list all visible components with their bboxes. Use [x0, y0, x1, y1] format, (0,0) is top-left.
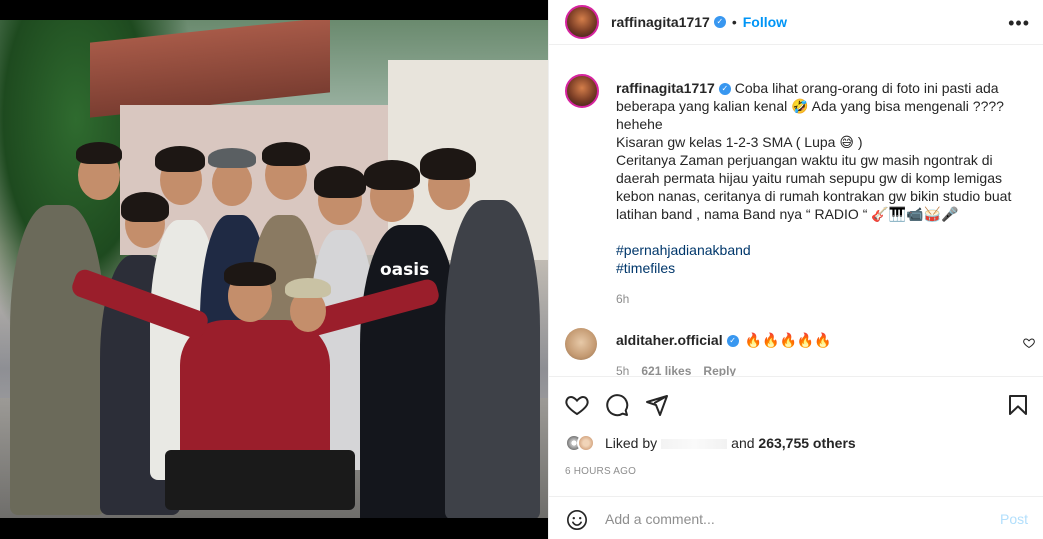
photo-person-hair [121, 192, 169, 222]
likes-summary: Liked by and 263,755 others [565, 432, 856, 454]
emoji-smiley-icon[interactable] [566, 509, 588, 531]
verified-badge-icon: ✓ [713, 16, 726, 28]
author-username[interactable]: raffinagita1717 [611, 14, 710, 30]
verified-badge-icon: ✓ [726, 335, 739, 348]
caption-timestamp[interactable]: 6h [616, 292, 629, 306]
comment-like-heart-icon[interactable] [1023, 337, 1035, 349]
hashtag-link[interactable]: #timefiles [616, 259, 751, 277]
comment-text: 🔥🔥🔥🔥🔥 [744, 332, 832, 348]
post-sidebar: raffinagita1717 ✓ • Follow ••• raffinagi… [548, 0, 1043, 539]
photo-person [10, 205, 105, 515]
like-heart-icon[interactable] [565, 393, 589, 417]
likes-count[interactable]: 263,755 others [758, 435, 855, 451]
photo-person-hair [76, 142, 122, 164]
photo-person-hat [285, 278, 331, 298]
save-bookmark-icon[interactable] [1006, 393, 1030, 417]
likes-and-label: and [731, 435, 755, 451]
caption-text: Coba lihat orang-orang di foto ini pasti… [616, 80, 1012, 222]
photo-shirt-text: oasis [380, 260, 430, 280]
comment-reply-button[interactable]: Reply [703, 364, 736, 376]
liked-by-label: Liked by [605, 435, 658, 451]
comment-meta: 5h 621 likes Reply [616, 364, 748, 376]
likes-text: Liked by and 263,755 others [605, 435, 856, 451]
verified-badge-icon: ✓ [718, 83, 731, 96]
comment-likes[interactable]: 621 likes [641, 364, 691, 376]
comment-bubble-icon[interactable] [605, 393, 629, 417]
post-media[interactable]: oasis [0, 0, 548, 539]
photo-person-hair [364, 160, 420, 190]
follow-button[interactable]: Follow [743, 14, 787, 30]
author-avatar[interactable] [565, 5, 599, 39]
photo-person-hair [155, 146, 205, 172]
post-date[interactable]: 6 HOURS AGO [565, 466, 636, 477]
post-caption: raffinagita1717 ✓ Coba lihat orang-orang … [616, 79, 1026, 223]
hashtag-list: #pernahjadianakband #timefiles [616, 241, 751, 277]
photo-person-hair [420, 148, 476, 180]
post-header: raffinagita1717 ✓ • Follow ••• [549, 0, 1043, 45]
photo-person [445, 200, 540, 518]
post-actions [549, 376, 1043, 432]
post-photo: oasis [0, 20, 548, 518]
add-comment-bar: Post [549, 496, 1043, 539]
caption-username[interactable]: raffinagita1717 [616, 80, 715, 96]
liker-username-redacted[interactable] [661, 439, 728, 450]
comment-item: alditaher.official ✓ 🔥🔥🔥🔥🔥 5h 621 likes Repl… [565, 328, 1035, 376]
photo-person-front [180, 320, 330, 470]
photo-person-hair [208, 148, 256, 168]
hashtag-link[interactable]: #pernahjadianakband [616, 241, 751, 259]
comments-scroll-area[interactable]: raffinagita1717 ✓ Coba lihat orang-orang … [549, 60, 1043, 376]
comment-time[interactable]: 5h [616, 364, 629, 376]
caption-author-avatar[interactable] [565, 74, 599, 108]
commenter-avatar[interactable] [565, 328, 597, 360]
liker-avatar[interactable] [577, 434, 595, 452]
photo-shorts [165, 450, 355, 510]
header-separator: • [731, 14, 737, 30]
post-comment-button[interactable]: Post [1000, 511, 1028, 527]
comment-input[interactable] [605, 509, 985, 529]
photo-person-hair [314, 166, 366, 198]
commenter-username-row: alditaher.official ✓ 🔥🔥🔥🔥🔥 [616, 332, 832, 349]
share-paper-plane-icon[interactable] [645, 393, 669, 417]
more-options-icon[interactable]: ••• [1008, 13, 1030, 34]
photo-person-hair [224, 262, 276, 286]
photo-person-hair [262, 142, 310, 166]
commenter-username[interactable]: alditaher.official [616, 332, 723, 348]
